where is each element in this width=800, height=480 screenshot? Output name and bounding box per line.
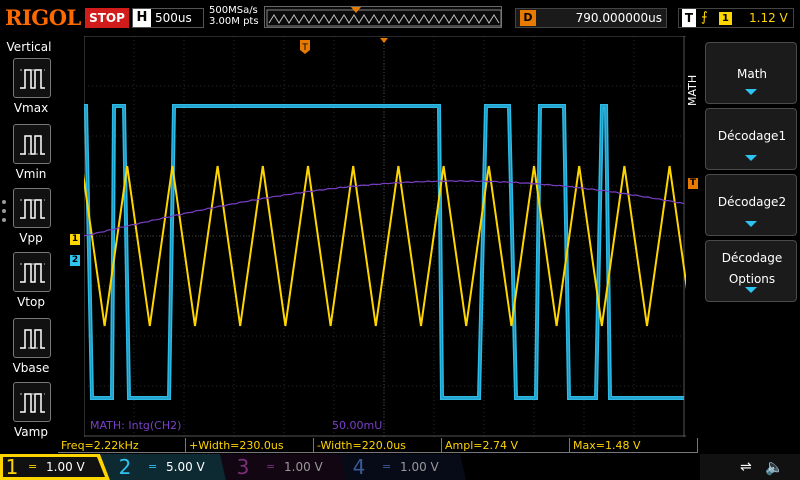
memory-waveform-icon bbox=[266, 7, 502, 27]
chevron-down-icon bbox=[745, 221, 757, 227]
channel-2-number[interactable]: 2 bbox=[114, 454, 136, 480]
decode2-button[interactable]: Décodage2 bbox=[705, 174, 797, 236]
chevron-down-icon bbox=[745, 89, 757, 95]
memory-depth: 3.00M pts bbox=[209, 16, 259, 27]
measure-label: Vbase bbox=[12, 361, 50, 375]
measure-vpp-button[interactable] bbox=[13, 188, 51, 228]
menu-label-2: Options bbox=[728, 272, 776, 286]
measure-vmin-button[interactable] bbox=[13, 124, 51, 164]
delay-value: 790.000000us bbox=[575, 11, 662, 25]
menu-label: Décodage1 bbox=[717, 129, 787, 143]
measure-vmax-button[interactable] bbox=[13, 58, 51, 98]
menu-title: MATH bbox=[686, 74, 699, 106]
scale-value: 5.00 V bbox=[166, 460, 205, 474]
trigger-position-label: T bbox=[301, 43, 308, 53]
scale-value: 1.00 V bbox=[400, 460, 439, 474]
measurement-freq[interactable]: Freq=2.22kHz bbox=[58, 438, 186, 453]
page-dots bbox=[2, 200, 6, 227]
channel-3-number[interactable]: 3 bbox=[232, 454, 254, 480]
measurement-neg-width[interactable]: -Width=220.0us bbox=[314, 438, 442, 453]
menu-label: Math bbox=[736, 67, 768, 81]
channel-2-scale[interactable]: = 5.00 V bbox=[142, 457, 220, 477]
acquisition-info: 500MSa/s 3.00M pts bbox=[209, 5, 259, 27]
top-status-bar: RIGOL STOP H 500us 500MSa/s 3.00M pts D … bbox=[0, 0, 800, 36]
math-scale: 50.00mU bbox=[332, 419, 383, 432]
speaker-mute-icon[interactable]: 🔈 bbox=[765, 458, 784, 476]
measurement-ampl[interactable]: Ampl=2.74 V bbox=[442, 438, 570, 453]
rising-edge-icon: ⨍ bbox=[701, 10, 708, 25]
panel-title: Vertical bbox=[6, 40, 52, 54]
measurement-bar: Freq=2.22kHz +Width=230.0us -Width=220.0… bbox=[58, 437, 800, 454]
measure-label: Vtop bbox=[17, 295, 45, 309]
scale-value: 1.00 V bbox=[46, 460, 85, 474]
sample-rate: 500MSa/s bbox=[209, 5, 258, 16]
chevron-down-icon bbox=[745, 155, 757, 161]
decode-options-button[interactable]: Décodage Options bbox=[705, 240, 797, 302]
chevron-down-icon bbox=[745, 287, 757, 293]
channel-1-number[interactable]: 1 bbox=[1, 454, 23, 480]
menu-label: Décodage2 bbox=[717, 195, 787, 209]
trigger-level: 1.12 V bbox=[749, 11, 788, 25]
trigger-readout[interactable]: T ⨍ 1 1.12 V bbox=[678, 8, 794, 28]
vtop-icon bbox=[20, 263, 45, 283]
scale-value: 1.00 V bbox=[284, 460, 323, 474]
memory-overview bbox=[264, 6, 502, 28]
coupling-icon: = bbox=[266, 460, 276, 473]
coupling-icon: = bbox=[28, 460, 38, 473]
measure-label: Vamp bbox=[14, 425, 48, 439]
channel-4-scale[interactable]: = 1.00 V bbox=[376, 457, 454, 477]
vamp-icon bbox=[20, 393, 45, 413]
measurement-max[interactable]: Max=1.48 V bbox=[570, 438, 698, 453]
menu-label: Décodage bbox=[721, 251, 783, 265]
trigger-level-marker: T bbox=[688, 178, 698, 189]
measure-label: Vmax bbox=[13, 101, 49, 115]
coupling-icon: = bbox=[382, 460, 392, 473]
vbase-icon bbox=[20, 329, 45, 349]
channel-1-scale[interactable]: = 1.00 V bbox=[22, 457, 100, 477]
measure-label: Vmin bbox=[15, 167, 47, 181]
trigger-source: 1 bbox=[719, 12, 732, 25]
math-button[interactable]: Math bbox=[705, 42, 797, 104]
ch2-offset-marker: 2 bbox=[70, 255, 80, 266]
measure-vtop-button[interactable] bbox=[13, 252, 51, 292]
timebase-value: 500us bbox=[155, 11, 192, 25]
delay-readout[interactable]: D 790.000000us bbox=[515, 8, 667, 28]
vmin-icon bbox=[20, 135, 45, 155]
horizontal-timebase[interactable]: H 500us bbox=[132, 8, 204, 28]
delay-label: D bbox=[520, 10, 536, 26]
decode1-button[interactable]: Décodage1 bbox=[705, 108, 797, 170]
run-stop-status[interactable]: STOP bbox=[85, 8, 129, 28]
trigger-label: T bbox=[682, 9, 696, 27]
channel-bar: 1 = 1.00 V 2 = 5.00 V 3 = 1.00 V 4 = 1.00 V bbox=[0, 454, 800, 480]
math-label: MATH: Intg(CH2) bbox=[90, 419, 182, 432]
center-marker bbox=[380, 38, 388, 43]
channel-4-number[interactable]: 4 bbox=[348, 454, 370, 480]
vmax-icon bbox=[20, 69, 45, 89]
measurement-pos-width[interactable]: +Width=230.0us bbox=[186, 438, 314, 453]
vpp-icon bbox=[20, 199, 45, 219]
measure-label: Vpp bbox=[19, 231, 43, 245]
coupling-icon: = bbox=[148, 460, 158, 473]
usb-icon: ⇌ bbox=[740, 459, 752, 475]
waveform-display: T bbox=[84, 36, 686, 437]
ch1-offset-marker: 1 bbox=[70, 234, 80, 245]
channel-3-scale[interactable]: = 1.00 V bbox=[260, 457, 338, 477]
measure-vamp-button[interactable] bbox=[13, 382, 51, 422]
rigol-logo: RIGOL bbox=[5, 5, 81, 30]
horizontal-label: H bbox=[133, 9, 151, 27]
measure-vbase-button[interactable] bbox=[13, 318, 51, 358]
